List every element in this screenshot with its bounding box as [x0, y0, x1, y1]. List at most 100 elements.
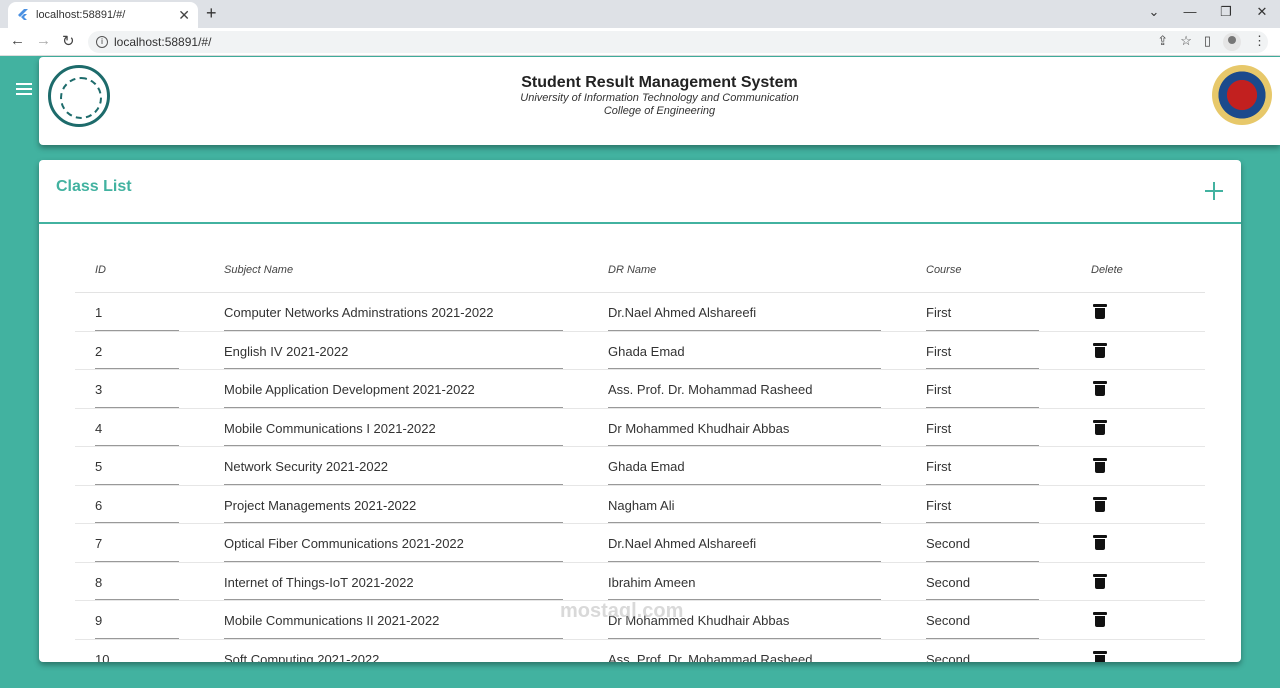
column-header-subject: Subject Name — [224, 264, 294, 276]
cell-dr-name: Ass. Prof. Dr. Mohammad Rasheed — [608, 382, 813, 397]
cell-id: 9 — [95, 613, 103, 628]
cell-dr-name-underline — [608, 445, 881, 446]
browser-tab-bar: localhost:58891/#/ ✕ + ⌄ — ❐ ✕ — [0, 0, 1280, 28]
cell-id: 2 — [95, 343, 103, 359]
cell-id-underline — [95, 445, 179, 446]
hamburger-menu-icon[interactable] — [16, 83, 32, 95]
cell-dr-name: Ghada Emad — [608, 459, 685, 474]
cell-subject-underline — [224, 483, 563, 485]
address-bar-url: localhost:58891/#/ — [114, 35, 212, 49]
cell-dr-name: Ass. Prof. Dr. Mohammad Rasheed — [608, 651, 813, 663]
cell-subject-underline — [224, 599, 563, 600]
cell-id-underline — [95, 522, 179, 523]
cell-subject: Mobile Communications II 2021-2022 — [224, 613, 440, 628]
browser-toolbar: ← → ↻ i localhost:58891/#/ ⇪ ☆ ▯ ⋮ — [0, 28, 1280, 56]
delete-trash-icon[interactable] — [1093, 573, 1107, 589]
cell-course-underline — [926, 560, 1039, 562]
cell-id: 1 — [95, 305, 103, 320]
college-logo — [1212, 65, 1272, 125]
cell-dr-name: Dr.Nael Ahmed Alshareefi — [608, 305, 757, 320]
delete-trash-icon[interactable] — [1093, 535, 1107, 550]
bookmark-star-icon[interactable]: ☆ — [1180, 33, 1192, 51]
cell-course: Second — [926, 651, 971, 663]
back-icon[interactable]: ← — [10, 32, 25, 49]
tab-search-icon[interactable]: ⌄ — [1136, 0, 1172, 28]
table-row: 7 Optical Fiber Communications 2021-2022 D… — [75, 524, 1205, 563]
class-list-header: Class List — [39, 160, 1241, 224]
share-icon[interactable]: ⇪ — [1157, 33, 1168, 51]
delete-trash-icon[interactable] — [1093, 381, 1107, 396]
cell-course-underline — [926, 329, 1039, 331]
cell-subject: Optical Fiber Communications 2021-2022 — [224, 536, 464, 551]
forward-icon[interactable]: → — [36, 32, 51, 49]
delete-trash-icon[interactable] — [1093, 650, 1107, 662]
table-row: 3 Mobile Application Development 2021-202… — [75, 370, 1205, 409]
address-bar[interactable]: i localhost:58891/#/ — [88, 31, 1268, 53]
toolbar-actions: ⇪ ☆ ▯ ⋮ — [1157, 33, 1266, 51]
class-list-title: Class List — [56, 178, 132, 195]
cell-subject-underline — [224, 560, 563, 562]
cell-dr-name-underline — [608, 560, 881, 562]
cell-subject-underline — [224, 445, 563, 446]
profile-avatar-icon[interactable] — [1223, 33, 1241, 51]
cell-id-underline — [95, 560, 179, 562]
cell-subject: Soft Computing 2021-2022 — [224, 651, 380, 663]
table-row: 6 Project Managements 2021-2022 Nagham Ali… — [75, 486, 1205, 524]
cell-subject: Project Managements 2021-2022 — [224, 497, 417, 513]
app-header: Student Result Management System Univers… — [39, 57, 1280, 145]
cell-dr-name: Dr.Nael Ahmed Alshareefi — [608, 536, 757, 551]
column-header-course: Course — [926, 264, 962, 276]
cell-course-underline — [926, 483, 1039, 485]
delete-trash-icon[interactable] — [1093, 342, 1107, 358]
cell-id: 6 — [95, 497, 103, 513]
cell-id: 5 — [95, 459, 103, 474]
more-menu-icon[interactable]: ⋮ — [1253, 33, 1266, 51]
cell-dr-name-underline — [608, 329, 881, 331]
side-panel-icon[interactable]: ▯ — [1204, 33, 1211, 51]
cell-course-underline — [926, 406, 1039, 408]
close-tab-icon[interactable]: ✕ — [178, 7, 190, 24]
table-header: ID Subject Name DR Name Course Delete — [75, 252, 1205, 293]
cell-id-underline — [95, 483, 179, 485]
cell-course-underline — [926, 445, 1039, 446]
cell-id-underline — [95, 368, 179, 369]
cell-subject: Internet of Things-IoT 2021-2022 — [224, 574, 414, 590]
delete-trash-icon[interactable] — [1093, 458, 1107, 473]
cell-id-underline — [95, 637, 179, 639]
app-title: Student Result Management System — [521, 74, 798, 91]
cell-subject: Computer Networks Adminstrations 2021-20… — [224, 305, 494, 320]
cell-subject-underline — [224, 522, 563, 523]
cell-dr-name: Nagham Ali — [608, 497, 675, 513]
table-row: 8 Internet of Things-IoT 2021-2022 Ibrahim… — [75, 563, 1205, 601]
cell-dr-name-underline — [608, 406, 881, 408]
cell-subject-underline — [224, 368, 563, 369]
close-window-icon[interactable]: ✕ — [1244, 0, 1280, 28]
cell-id-underline — [95, 329, 179, 331]
cell-id: 3 — [95, 382, 103, 397]
new-tab-button[interactable]: + — [206, 3, 217, 24]
reload-icon[interactable]: ↻ — [62, 32, 75, 50]
delete-trash-icon[interactable] — [1093, 304, 1107, 319]
site-info-icon[interactable]: i — [96, 36, 108, 48]
cell-subject: Mobile Communications I 2021-2022 — [224, 420, 436, 436]
table-row: 1 Computer Networks Adminstrations 2021-2… — [75, 293, 1205, 332]
add-class-icon[interactable] — [1205, 182, 1223, 200]
minimize-icon[interactable]: — — [1172, 0, 1208, 28]
cell-dr-name-underline — [608, 637, 881, 639]
maximize-icon[interactable]: ❐ — [1208, 0, 1244, 28]
cell-course-underline — [926, 368, 1039, 369]
cell-subject: Network Security 2021-2022 — [224, 459, 389, 474]
university-name: University of Information Technology and… — [520, 92, 799, 104]
delete-trash-icon[interactable] — [1093, 419, 1107, 435]
cell-dr-name-underline — [608, 483, 881, 485]
delete-trash-icon[interactable] — [1093, 612, 1107, 627]
cell-course-underline — [926, 599, 1039, 600]
delete-trash-icon[interactable] — [1093, 496, 1107, 512]
cell-dr-name: Ibrahim Ameen — [608, 574, 696, 590]
cell-id: 4 — [95, 420, 103, 436]
cell-course: First — [926, 459, 952, 474]
cell-dr-name: Ghada Emad — [608, 343, 685, 359]
browser-tab[interactable]: localhost:58891/#/ ✕ — [8, 2, 198, 28]
cell-dr-name: Dr Mohammed Khudhair Abbas — [608, 420, 790, 436]
cell-dr-name-underline — [608, 522, 881, 523]
